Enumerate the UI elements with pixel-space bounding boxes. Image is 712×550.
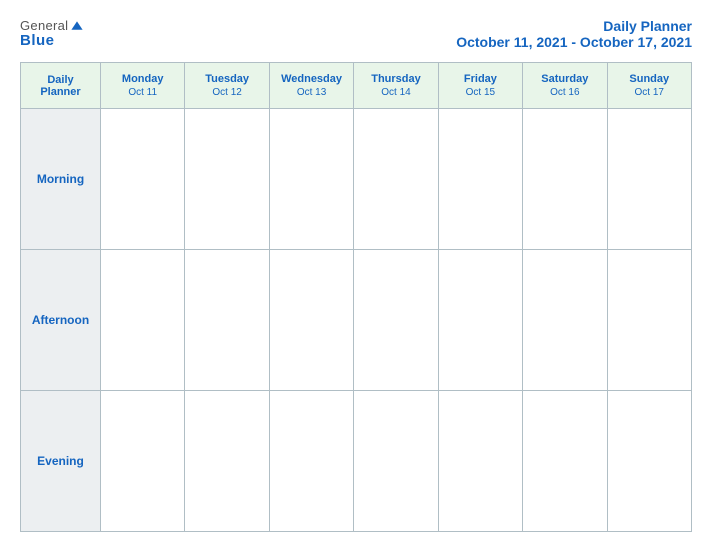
col-header-tuesday: Tuesday Oct 12: [185, 63, 269, 109]
logo: General Blue: [20, 18, 84, 49]
row-label-afternoon: Afternoon: [21, 250, 101, 391]
logo-blue-text: Blue: [20, 32, 55, 49]
cell-afternoon-friday[interactable]: [438, 250, 522, 391]
cell-morning-wednesday[interactable]: [269, 109, 353, 250]
col-header-monday: Monday Oct 11: [101, 63, 185, 109]
date-range: October 11, 2021 - October 17, 2021: [456, 34, 692, 50]
row-label-evening: Evening: [21, 391, 101, 532]
general-blue-icon: [70, 20, 84, 34]
planner-table: DailyPlanner Monday Oct 11 Tuesday Oct 1…: [20, 62, 692, 532]
cell-evening-tuesday[interactable]: [185, 391, 269, 532]
cell-morning-tuesday[interactable]: [185, 109, 269, 250]
cell-evening-sunday[interactable]: [607, 391, 691, 532]
col-header-wednesday: Wednesday Oct 13: [269, 63, 353, 109]
cell-morning-thursday[interactable]: [354, 109, 438, 250]
cell-morning-monday[interactable]: [101, 109, 185, 250]
table-header-row: DailyPlanner Monday Oct 11 Tuesday Oct 1…: [21, 63, 692, 109]
cell-afternoon-sunday[interactable]: [607, 250, 691, 391]
col-header-label: DailyPlanner: [21, 63, 101, 109]
cell-morning-saturday[interactable]: [523, 109, 607, 250]
page-header: General Blue Daily Planner October 11, 2…: [20, 18, 692, 50]
planner-title: Daily Planner: [456, 18, 692, 34]
cell-evening-thursday[interactable]: [354, 391, 438, 532]
table-row-afternoon: Afternoon: [21, 250, 692, 391]
cell-morning-sunday[interactable]: [607, 109, 691, 250]
col-header-friday: Friday Oct 15: [438, 63, 522, 109]
cell-afternoon-wednesday[interactable]: [269, 250, 353, 391]
cell-afternoon-saturday[interactable]: [523, 250, 607, 391]
table-row-evening: Evening: [21, 391, 692, 532]
col-header-thursday: Thursday Oct 14: [354, 63, 438, 109]
cell-afternoon-monday[interactable]: [101, 250, 185, 391]
table-row-morning: Morning: [21, 109, 692, 250]
row-label-morning: Morning: [21, 109, 101, 250]
cell-evening-saturday[interactable]: [523, 391, 607, 532]
col-header-saturday: Saturday Oct 16: [523, 63, 607, 109]
cell-evening-monday[interactable]: [101, 391, 185, 532]
col-header-sunday: Sunday Oct 17: [607, 63, 691, 109]
cell-afternoon-thursday[interactable]: [354, 250, 438, 391]
cell-evening-friday[interactable]: [438, 391, 522, 532]
header-info: Daily Planner October 11, 2021 - October…: [456, 18, 692, 50]
cell-morning-friday[interactable]: [438, 109, 522, 250]
cell-afternoon-tuesday[interactable]: [185, 250, 269, 391]
cell-evening-wednesday[interactable]: [269, 391, 353, 532]
